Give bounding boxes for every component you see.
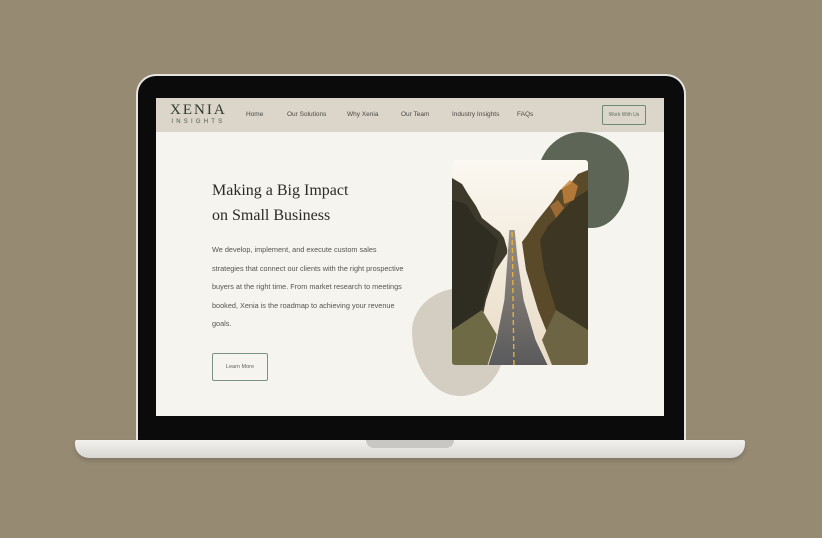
logo-wordmark: XENIA	[170, 102, 227, 118]
site-header: XENIA INSIGHTS Home Our Solutions Why Xe…	[156, 98, 664, 132]
hero-title-line2: on Small Business	[212, 207, 331, 224]
laptop-screen: XENIA INSIGHTS Home Our Solutions Why Xe…	[156, 98, 664, 416]
laptop-notch	[366, 440, 454, 448]
logo-tagline: INSIGHTS	[171, 119, 226, 125]
road-photo-icon	[452, 160, 588, 365]
laptop-base	[75, 440, 745, 458]
hero-title-line1: Making a Big Impact	[212, 182, 349, 199]
nav-industry-insights[interactable]: Industry Insights	[452, 111, 499, 118]
nav-our-solutions[interactable]: Our Solutions	[287, 111, 326, 118]
road-photo	[452, 160, 588, 365]
nav-why-xenia[interactable]: Why Xenia	[347, 111, 378, 118]
hero-title: Making a Big Impact on Small Business	[212, 178, 402, 228]
learn-more-button[interactable]: Learn More	[212, 353, 268, 381]
site-logo[interactable]: XENIA INSIGHTS	[170, 103, 227, 126]
work-with-us-button[interactable]: Work With Us	[602, 105, 646, 125]
nav-our-team[interactable]: Our Team	[401, 111, 429, 118]
nav-home[interactable]: Home	[246, 111, 263, 118]
hero-description: We develop, implement, and execute custo…	[212, 245, 404, 328]
nav-faqs[interactable]: FAQs	[517, 111, 533, 118]
